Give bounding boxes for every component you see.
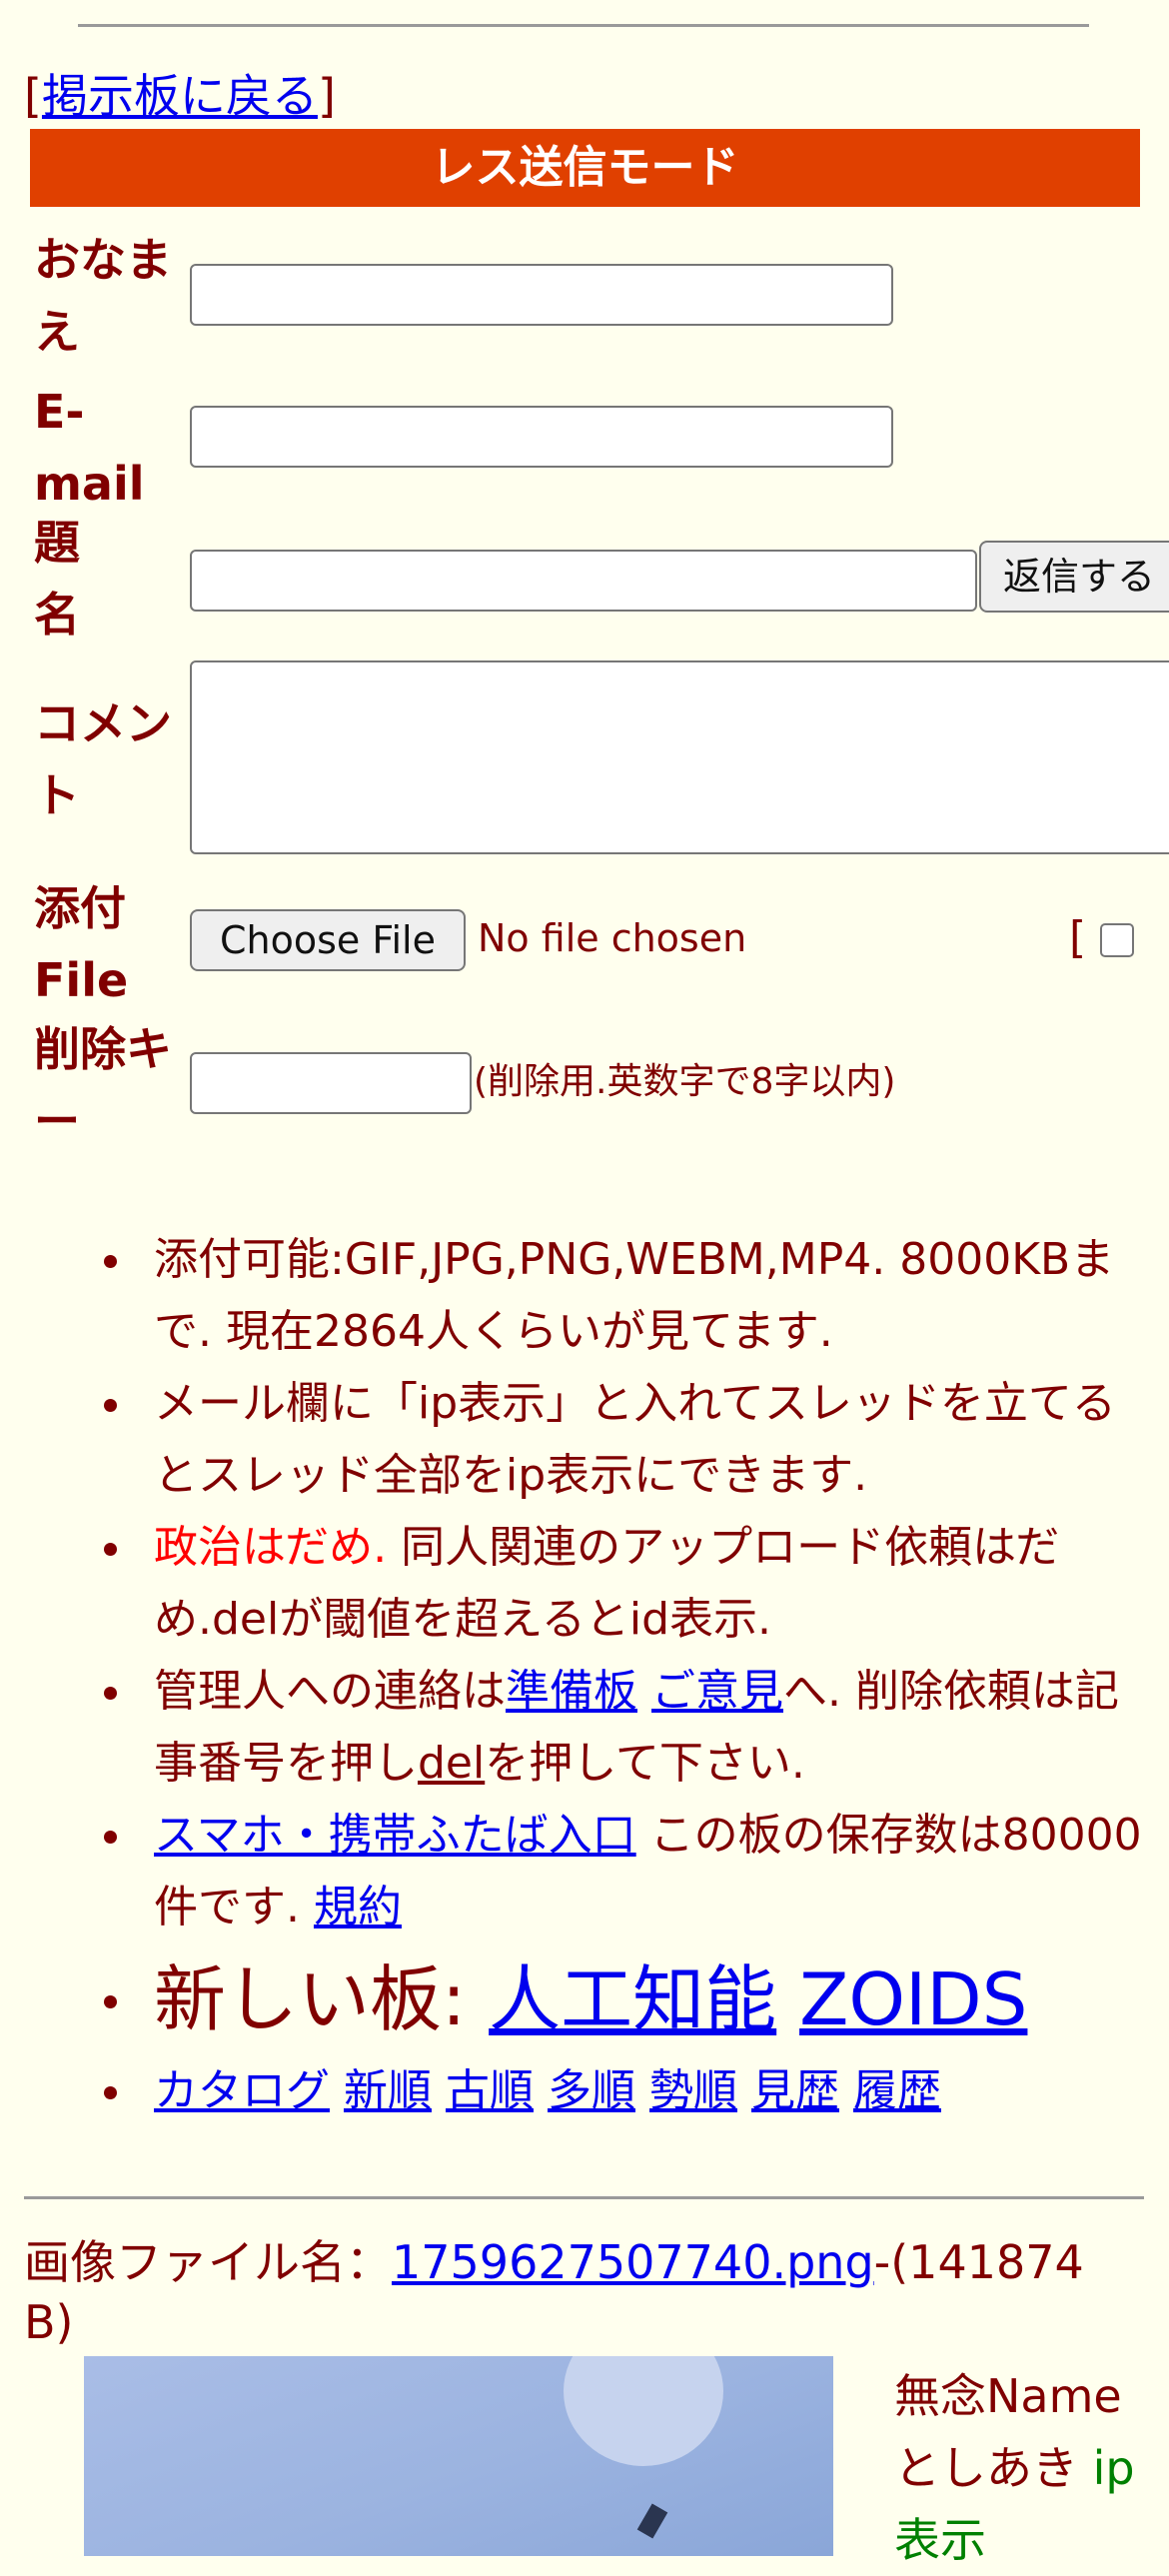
back-to-board-link[interactable]: 掲示板に戻る <box>42 69 318 123</box>
delete-key-input[interactable] <box>190 1052 472 1114</box>
name-input[interactable] <box>190 264 893 326</box>
delete-key-label-line1: 削除キ <box>34 1022 172 1076</box>
comment-label-line2: ト <box>34 768 80 822</box>
image-option: [ <box>1069 910 1135 966</box>
image-option-checkbox[interactable] <box>1100 923 1135 957</box>
zoids-board-link[interactable]: ZOIDS <box>799 1957 1027 2041</box>
ai-board-link[interactable]: 人工知能 <box>489 1957 776 2041</box>
thumbnail-figure <box>636 2503 668 2539</box>
feedback-link[interactable]: ご意見 <box>651 1666 783 1717</box>
del-link[interactable]: del <box>418 1738 485 1789</box>
comment-textarea[interactable] <box>190 660 1169 854</box>
file-label-line1: 添付 <box>34 881 126 935</box>
catalog-link[interactable]: カタログ <box>154 2065 330 2116</box>
comment-label-line1: コメン <box>34 696 172 750</box>
name-label-line1: おなま <box>34 233 172 287</box>
image-file-link[interactable]: 1759627507740.png <box>392 2235 874 2289</box>
info-item-mobile: スマホ・携帯ふたば入口 この板の保存数は80000件です. 規約 <box>96 1800 1145 1943</box>
info-item-attachments: 添付可能:GIF,JPG,PNG,WEBM,MP4. 8000KBまで. 現在2… <box>96 1224 1145 1368</box>
back-nav: [掲示板に戻る] <box>24 60 336 126</box>
sort-newest-link[interactable]: 新順 <box>344 2065 432 2116</box>
info-contact-text: 管理人への連絡は <box>154 1666 506 1717</box>
image-option-bracket: [ <box>1069 912 1087 963</box>
subject-label-line2: 名 <box>34 588 80 642</box>
board-info-list: 添付可能:GIF,JPG,PNG,WEBM,MP4. 8000KBまで. 現在2… <box>96 1224 1145 2127</box>
delete-key-label-line2: ー <box>34 1094 80 1148</box>
post-name-field: 無念Name <box>894 2369 1122 2423</box>
name-label-line2: え <box>34 305 80 359</box>
delete-key-label: 削除キー <box>34 1013 172 1157</box>
subject-label-line1: 題 <box>34 516 80 570</box>
info-attachments-text: 添付可能:GIF,JPG,PNG,WEBM,MP4. 8000KBまで. 現在2… <box>154 1234 1115 1357</box>
delete-key-note: (削除用.英数字で8字以内) <box>474 1061 896 1102</box>
info-politics-warning: 政治はだめ. <box>154 1522 388 1573</box>
prep-board-link[interactable]: 準備板 <box>506 1666 637 1717</box>
file-label-line2: File <box>34 953 129 1007</box>
info-item-new-boards: 新しい板: 人工知能 ZOIDS <box>96 1943 1145 2055</box>
sort-most-link[interactable]: 多順 <box>548 2065 635 2116</box>
email-input[interactable] <box>190 406 893 468</box>
subject-input[interactable] <box>190 550 977 612</box>
file-status: No file chosen <box>478 916 747 960</box>
info-item-ip-display: メール欄に「ip表示」と入れてスレッドを立てるとスレッド全部をip表示にできます… <box>96 1368 1145 1512</box>
post-ip-display: 表示 <box>894 2513 986 2567</box>
info-ip-text: メール欄に「ip表示」と入れてスレッドを立てるとスレッド全部をip表示にできます… <box>154 1378 1116 1501</box>
post-author-line: としあき ip <box>894 2432 1135 2504</box>
comment-label: コメント <box>34 687 172 831</box>
name-label: おなまえ <box>34 224 172 368</box>
info-item-contact: 管理人への連絡は準備板 ご意見へ. 削除依頼は記事番号を押しdelを押して下さい… <box>96 1656 1145 1800</box>
bracket-open: [ <box>24 69 42 123</box>
view-history-link[interactable]: 見歴 <box>751 2065 839 2116</box>
terms-link[interactable]: 規約 <box>314 1882 402 1932</box>
reply-submit-button[interactable]: 返信する <box>979 541 1169 613</box>
post-author: としあき <box>894 2441 1078 2495</box>
bracket-close: ] <box>317 69 336 123</box>
file-label: 添付 File <box>34 872 128 1016</box>
choose-file-button[interactable]: Choose File <box>190 909 466 971</box>
subject-label: 題名 <box>34 507 80 650</box>
info-item-rules: 政治はだめ. 同人関連のアップロード依頼はだめ.delが閾値を超えるとid表示. <box>96 1512 1145 1656</box>
info-delete-text-end: を押して下さい. <box>485 1738 805 1789</box>
email-label: E-mail <box>34 376 145 520</box>
post-image-thumbnail[interactable] <box>84 2356 833 2556</box>
post-file-info: 画像ファイル名：1759627507740.png-(141874 B) <box>24 2232 1143 2352</box>
info-item-sort-links: カタログ 新順 古順 多順 勢順 見歴 履歴 <box>96 2055 1145 2127</box>
reply-mode-header: レス送信モード <box>30 129 1140 207</box>
file-name-label: 画像ファイル名： <box>24 2235 392 2289</box>
top-divider <box>78 24 1089 27</box>
email-label-line1: E- <box>34 385 85 439</box>
thread-divider <box>24 2196 1144 2199</box>
new-boards-label: 新しい板: <box>154 1957 490 2041</box>
sort-oldest-link[interactable]: 古順 <box>446 2065 534 2116</box>
thumbnail-light <box>564 2356 723 2466</box>
post-header: 無念Name としあき ip 表示 <box>894 2360 1135 2576</box>
post-history-link[interactable]: 履歴 <box>853 2065 941 2116</box>
mobile-entrance-link[interactable]: スマホ・携帯ふたば入口 <box>154 1810 636 1861</box>
post-ip: ip <box>1092 2441 1135 2495</box>
sort-momentum-link[interactable]: 勢順 <box>649 2065 737 2116</box>
